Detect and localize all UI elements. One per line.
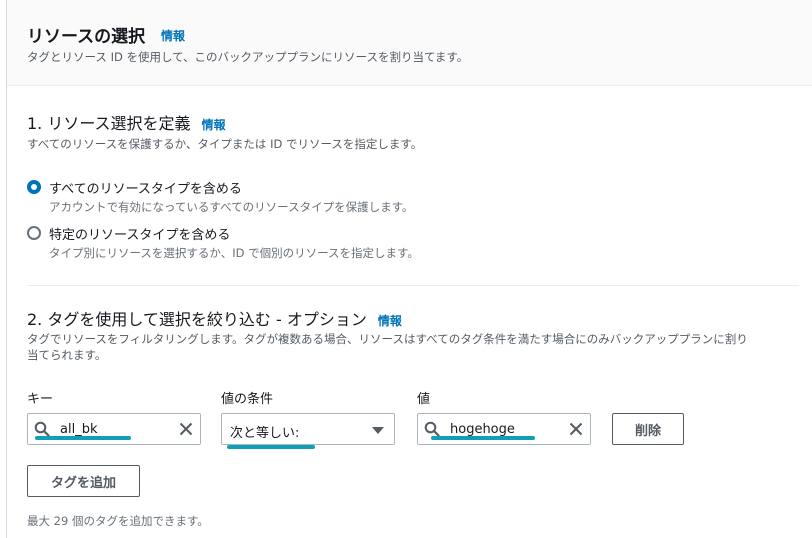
delete-tag-button[interactable]: 削除 (612, 413, 684, 445)
radio-specific-resource-types-label[interactable]: 特定のリソースタイプを含める (49, 224, 230, 243)
section2-info-link[interactable]: 情報 (378, 314, 402, 328)
tag-key-value[interactable]: all_bk (60, 422, 97, 437)
key-highlight-underline (35, 436, 131, 440)
radio-all-resource-types-label[interactable]: すべてのリソースタイプを含める (49, 178, 242, 197)
value-label: 値 (417, 392, 431, 407)
section1-title: 1. リソース選択を定義 情報 (27, 110, 226, 134)
section1-description: すべてのリソースを保護するか、タイプまたは ID でリソースを指定します。 (27, 137, 423, 151)
clear-icon[interactable] (178, 421, 194, 437)
section2-description-line1: タグでリソースをフィルタリングします。タグが複数ある場合、リソースはすべてのタグ… (27, 332, 748, 346)
header-info-link[interactable]: 情報 (161, 27, 185, 44)
panel-header: リソースの選択 情報 タグとリソース ID を使用して、このバックアッププランに… (7, 0, 812, 86)
section2-title: 2. タグを使用して選択を絞り込む - オプション 情報 (27, 306, 402, 330)
clear-icon[interactable] (568, 421, 584, 437)
condition-select-value[interactable]: 次と等しい: (230, 422, 299, 441)
tag-limit-note: 最大 29 個のタグを追加できます。 (27, 514, 209, 528)
section1-info-link[interactable]: 情報 (202, 118, 226, 132)
key-label: キー (27, 392, 54, 407)
section2-description-line2: 当てられます。 (27, 348, 107, 362)
search-icon (424, 421, 440, 437)
condition-select[interactable]: 次と等しい: (221, 413, 395, 445)
caret-down-icon (372, 427, 384, 434)
radio-specific-resource-types-description: タイプ別にリソースを選択するか、ID で個別のリソースを指定します。 (49, 246, 419, 260)
radio-all-resource-types[interactable] (27, 180, 41, 194)
condition-highlight-underline (227, 445, 315, 449)
tag-key-input[interactable]: all_bk (27, 413, 201, 445)
condition-label: 値の条件 (221, 392, 274, 407)
add-tag-button[interactable]: タグを追加 (27, 465, 140, 497)
resource-selection-panel: リソースの選択 情報 タグとリソース ID を使用して、このバックアッププランに… (6, 0, 812, 538)
search-icon (34, 421, 50, 437)
tag-value-value[interactable]: hogehoge (450, 422, 515, 437)
radio-all-resource-types-description: アカウントで有効になっているすべてのリソースタイプを保護します。 (49, 200, 414, 214)
section-divider (27, 285, 799, 286)
radio-specific-resource-types[interactable] (27, 226, 41, 240)
page-title: リソースの選択 (27, 27, 146, 47)
header-description: タグとリソース ID を使用して、このバックアッププランにリソースを割り当てます… (27, 50, 469, 64)
tag-value-input[interactable]: hogehoge (417, 413, 591, 445)
value-highlight-underline (431, 436, 535, 440)
section2-title-text: 2. タグを使用して選択を絞り込む - オプション (27, 310, 367, 329)
section1-title-text: 1. リソース選択を定義 (27, 114, 191, 133)
